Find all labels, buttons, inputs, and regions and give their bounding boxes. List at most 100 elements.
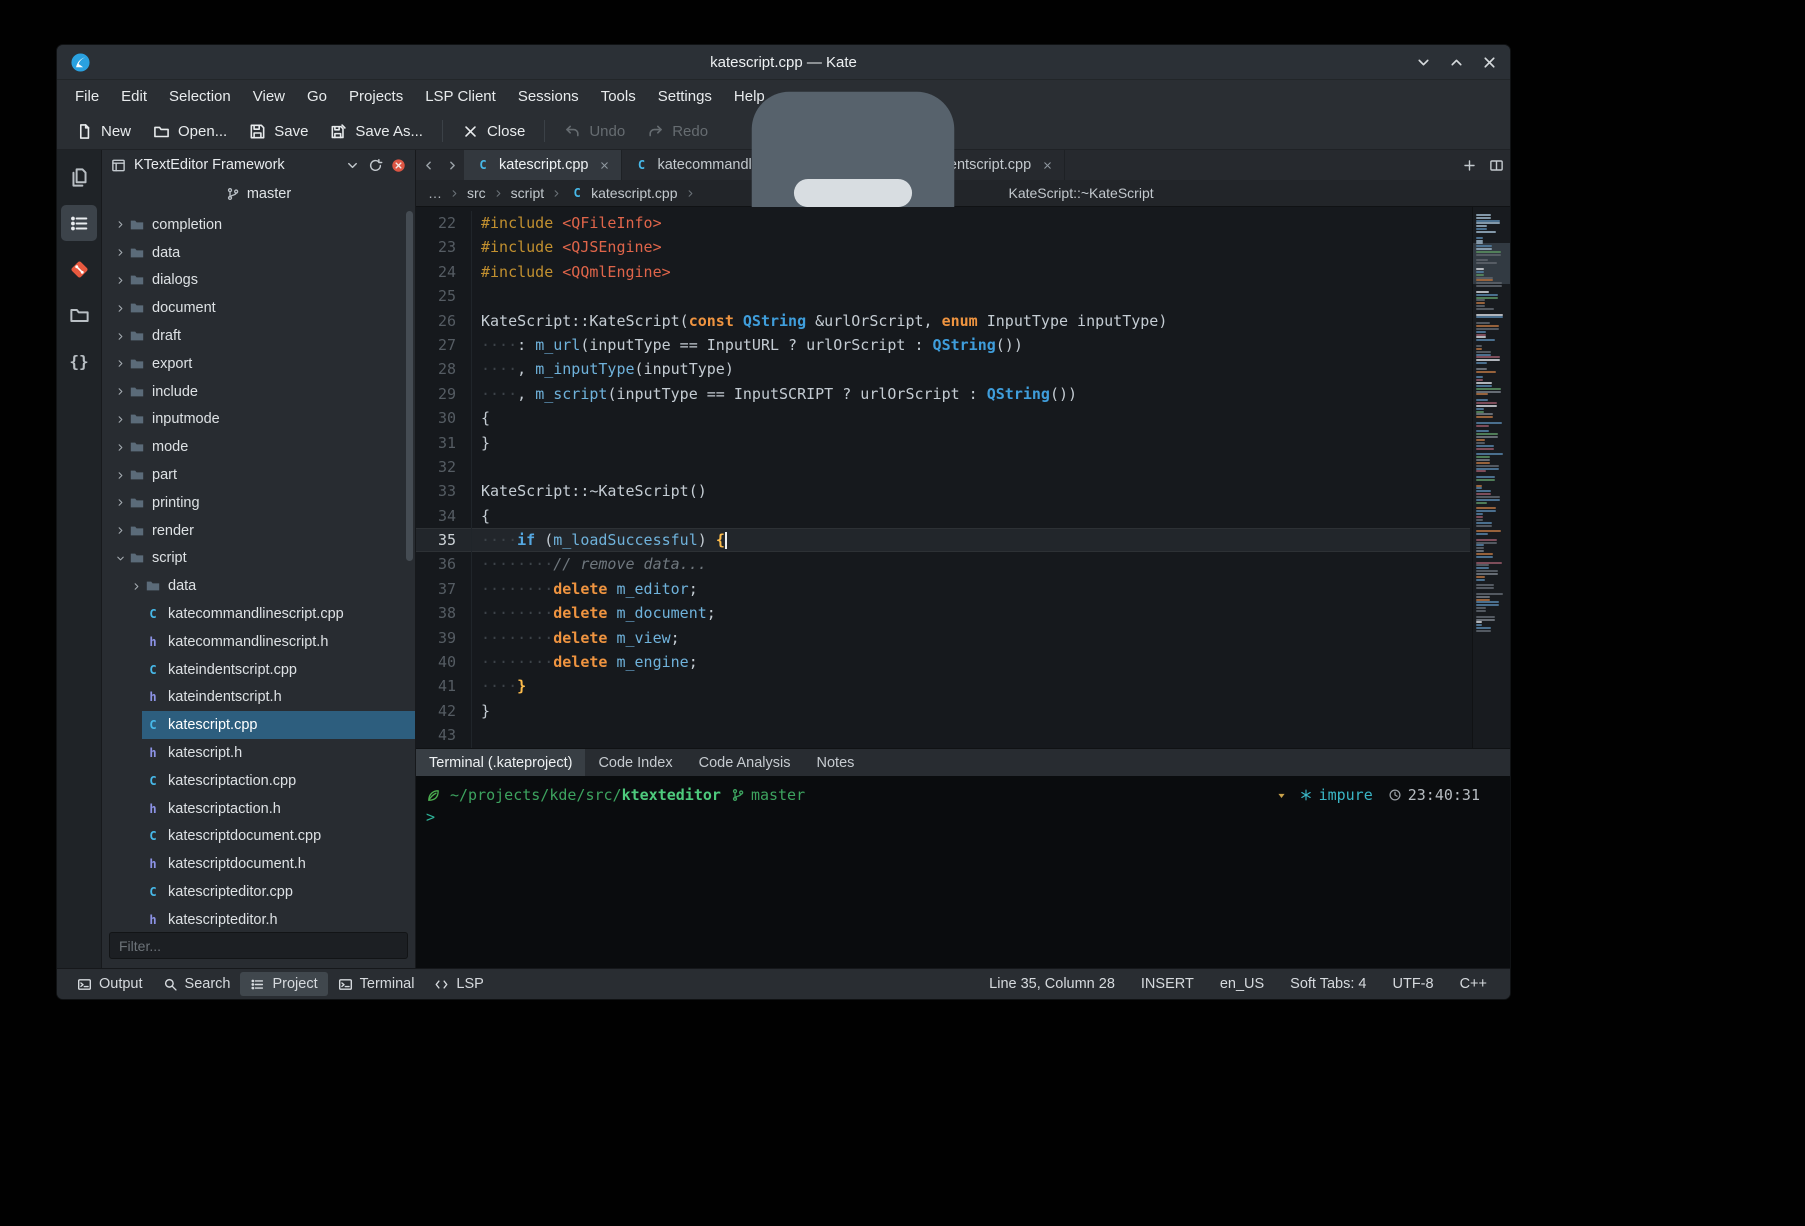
sidebar-tool-git[interactable] <box>61 251 97 287</box>
code-line-34[interactable]: 34{ <box>416 504 1470 528</box>
chevron-right-icon[interactable] <box>112 247 129 258</box>
tree-item-inputmode[interactable]: inputmode <box>102 406 415 434</box>
breadcrumb-script[interactable]: script <box>511 185 544 201</box>
status-en-us[interactable]: en_US <box>1207 976 1277 992</box>
chevron-right-icon[interactable] <box>112 275 129 286</box>
split-view-button[interactable] <box>1483 150 1510 180</box>
titlebar[interactable]: katescript.cpp — Kate <box>57 45 1510 80</box>
bottom-tab-terminal-kateproject[interactable]: Terminal (.kateproject) <box>416 749 585 776</box>
tree-item-draft[interactable]: draft <box>102 322 415 350</box>
sidebar-tool-lsp-symbols[interactable]: {} <box>61 343 97 379</box>
code-line-35[interactable]: 35····if (m_loadSuccessful) { <box>416 528 1470 552</box>
branch-selector[interactable]: master <box>102 180 415 208</box>
tree-item-completion[interactable]: completion <box>102 211 415 239</box>
doc-tab-katescript-cpp[interactable]: Ckatescript.cpp <box>464 150 622 180</box>
code-line-26[interactable]: 26KateScript::KateScript(const QString &… <box>416 309 1470 333</box>
tree-item-data[interactable]: data <box>102 572 415 600</box>
sidebar-tool-documents[interactable] <box>61 159 97 195</box>
breadcrumb-src[interactable]: src <box>467 185 486 201</box>
undo-button[interactable]: Undo <box>554 118 635 145</box>
code-line-42[interactable]: 42} <box>416 699 1470 723</box>
tree-item-data[interactable]: data <box>102 239 415 267</box>
code-line-29[interactable]: 29····, m_script(inputType == InputSCRIP… <box>416 382 1470 406</box>
stop-icon[interactable] <box>391 158 406 173</box>
tree-item-script[interactable]: script <box>102 545 415 573</box>
code-line-33[interactable]: 33KateScript::~KateScript() <box>416 479 1470 503</box>
menu-file[interactable]: File <box>64 83 110 110</box>
tab-back-button[interactable] <box>416 150 440 180</box>
status-insert[interactable]: INSERT <box>1128 976 1207 992</box>
new-button[interactable]: New <box>66 118 141 145</box>
breadcrumb-katescript-cpp[interactable]: Ckatescript.cpp <box>569 185 677 201</box>
quick-open-button[interactable] <box>1456 150 1483 180</box>
menu-projects[interactable]: Projects <box>338 83 414 110</box>
menu-view[interactable]: View <box>242 83 296 110</box>
sidebar-tool-project-symbols[interactable] <box>61 205 97 241</box>
code-line-43[interactable]: 43 <box>416 723 1470 747</box>
maximize-button[interactable] <box>1448 54 1465 71</box>
code-line-39[interactable]: 39········delete m_view; <box>416 626 1470 650</box>
tree-item-katescripteditor-cpp[interactable]: Ckatescripteditor.cpp <box>102 878 415 906</box>
tree-item-dialogs[interactable]: dialogs <box>102 267 415 295</box>
menu-selection[interactable]: Selection <box>158 83 242 110</box>
tab-close-icon[interactable] <box>599 160 610 171</box>
editor[interactable]: 22#include <QFileInfo>23#include <QJSEng… <box>416 207 1510 748</box>
statusbar-toggle-project[interactable]: Project <box>240 972 327 996</box>
code-line-31[interactable]: 31} <box>416 431 1470 455</box>
menu-go[interactable]: Go <box>296 83 338 110</box>
code-line-36[interactable]: 36········// remove data... <box>416 552 1470 576</box>
code-line-23[interactable]: 23#include <QJSEngine> <box>416 235 1470 259</box>
tree-scrollbar[interactable] <box>406 211 413 561</box>
tree-item-katescript-cpp[interactable]: Ckatescript.cpp <box>102 711 415 739</box>
chevron-right-icon[interactable] <box>112 303 129 314</box>
sidebar-tool-filesystem[interactable] <box>61 297 97 333</box>
status-c[interactable]: C++ <box>1447 976 1500 992</box>
code-line-27[interactable]: 27····: m_url(inputType == InputURL ? ur… <box>416 333 1470 357</box>
code-line-37[interactable]: 37········delete m_editor; <box>416 577 1470 601</box>
tree-item-render[interactable]: render <box>102 517 415 545</box>
code-line-30[interactable]: 30{ <box>416 406 1470 430</box>
chevron-down-icon[interactable] <box>112 553 129 564</box>
tree-item-kateindentscript-h[interactable]: hkateindentscript.h <box>102 684 415 712</box>
save-button[interactable]: Save <box>239 118 318 145</box>
close-button[interactable]: Close <box>452 118 535 145</box>
minimize-button[interactable] <box>1415 54 1432 71</box>
status-line-35-column-28[interactable]: Line 35, Column 28 <box>976 976 1128 992</box>
chevron-right-icon[interactable] <box>112 386 129 397</box>
tree-item-katescriptaction-h[interactable]: hkatescriptaction.h <box>102 795 415 823</box>
minimap[interactable] <box>1472 207 1510 748</box>
bottom-tab-code-analysis[interactable]: Code Analysis <box>686 749 804 776</box>
chevron-right-icon[interactable] <box>112 525 129 536</box>
menu-tools[interactable]: Tools <box>590 83 647 110</box>
menu-sessions[interactable]: Sessions <box>507 83 590 110</box>
statusbar-toggle-terminal[interactable]: Terminal <box>328 972 425 996</box>
tree-item-katecommandlinescript-cpp[interactable]: Ckatecommandlinescript.cpp <box>102 600 415 628</box>
tree-item-katescript-h[interactable]: hkatescript.h <box>102 739 415 767</box>
code-line-38[interactable]: 38········delete m_document; <box>416 601 1470 625</box>
filter-input[interactable] <box>109 932 408 959</box>
tree-item-export[interactable]: export <box>102 350 415 378</box>
chevron-right-icon[interactable] <box>112 358 129 369</box>
code-line-22[interactable]: 22#include <QFileInfo> <box>416 211 1470 235</box>
code-line-24[interactable]: 24#include <QQmlEngine> <box>416 260 1470 284</box>
tree-item-katescriptdocument-cpp[interactable]: Ckatescriptdocument.cpp <box>102 823 415 851</box>
statusbar-toggle-output[interactable]: Output <box>67 972 153 996</box>
code-line-40[interactable]: 40········delete m_engine; <box>416 650 1470 674</box>
tree-item-kateindentscript-cpp[interactable]: Ckateindentscript.cpp <box>102 656 415 684</box>
tree-item-include[interactable]: include <box>102 378 415 406</box>
tree-item-part[interactable]: part <box>102 461 415 489</box>
close-button[interactable] <box>1481 54 1498 71</box>
statusbar-toggle-search[interactable]: Search <box>153 972 241 996</box>
tree-item-katescriptaction-cpp[interactable]: Ckatescriptaction.cpp <box>102 767 415 795</box>
chevron-right-icon[interactable] <box>112 414 129 425</box>
chevron-right-icon[interactable] <box>112 331 129 342</box>
code-line-25[interactable]: 25 <box>416 284 1470 308</box>
chevron-right-icon[interactable] <box>112 470 129 481</box>
code-line-28[interactable]: 28····, m_inputType(inputType) <box>416 357 1470 381</box>
status-soft-tabs-4[interactable]: Soft Tabs: 4 <box>1277 976 1379 992</box>
code-line-41[interactable]: 41····} <box>416 674 1470 698</box>
tree-item-document[interactable]: document <box>102 294 415 322</box>
open-button[interactable]: Open... <box>143 118 237 145</box>
terminal[interactable]: ~/projects/kde/src/ktexteditor master im… <box>416 776 1510 968</box>
chevron-down-icon[interactable] <box>345 158 360 173</box>
